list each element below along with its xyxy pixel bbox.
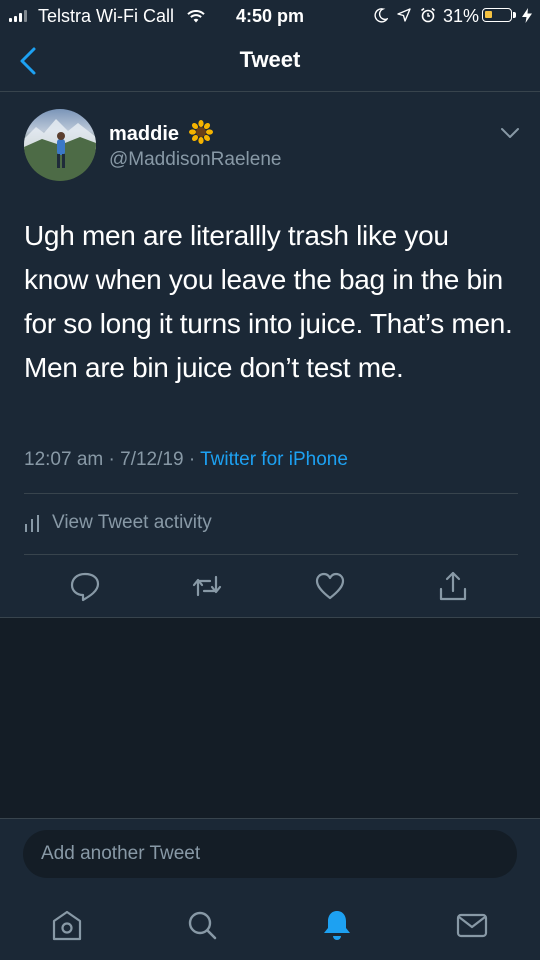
signal-strength-icon [9,10,27,22]
carrier-label: Telstra Wi-Fi Call [38,6,175,26]
tweet-timestamp: 12:07 am · 7/12/19 · Twitter for iPhone [24,449,348,470]
reply-input[interactable] [23,830,517,878]
like-icon[interactable] [313,569,347,603]
battery-icon [482,8,516,22]
tweet-actions [0,569,540,603]
alarm-icon [421,7,435,23]
share-icon[interactable] [436,569,470,603]
charging-bolt-icon [522,8,532,23]
analytics-icon [25,515,39,532]
avatar[interactable] [24,109,96,181]
location-arrow-icon [397,8,411,22]
reply-icon[interactable] [68,569,102,603]
bottom-panel [0,818,540,960]
battery-percent: 31% [443,6,480,26]
wifi-icon [187,10,205,23]
home-icon[interactable] [50,908,84,942]
notifications-icon[interactable] [320,908,354,942]
view-activity-button[interactable]: View Tweet activity [24,512,212,534]
nav-header: Tweet [0,32,540,92]
tweet-time: 12:07 am [24,449,104,470]
avatar-photo [24,119,96,181]
tweet-text: Ugh men are literallly trash like you kn… [24,220,513,383]
messages-icon[interactable] [455,908,489,942]
retweet-icon[interactable] [190,569,224,603]
tweet-detail: maddie @MaddisonRaelene Ugh men are lite… [0,92,540,618]
page-title: Tweet [239,47,301,72]
clock: 4:50 pm [236,6,305,26]
author-handle[interactable]: @MaddisonRaelene [109,149,281,171]
tweet-source-link[interactable]: Twitter for iPhone [200,449,348,470]
author-name[interactable]: maddie [109,120,213,150]
sunflower-emoji [188,120,213,150]
status-bar: Telstra Wi-Fi Call 4:50 pm 31% [0,0,540,32]
search-icon[interactable] [185,908,219,942]
moon-icon [374,8,388,23]
divider [24,493,518,494]
chevron-down-icon[interactable] [499,125,521,141]
divider [24,554,518,555]
view-activity-label: View Tweet activity [52,512,212,533]
tweet-date: 7/12/19 [120,449,184,470]
